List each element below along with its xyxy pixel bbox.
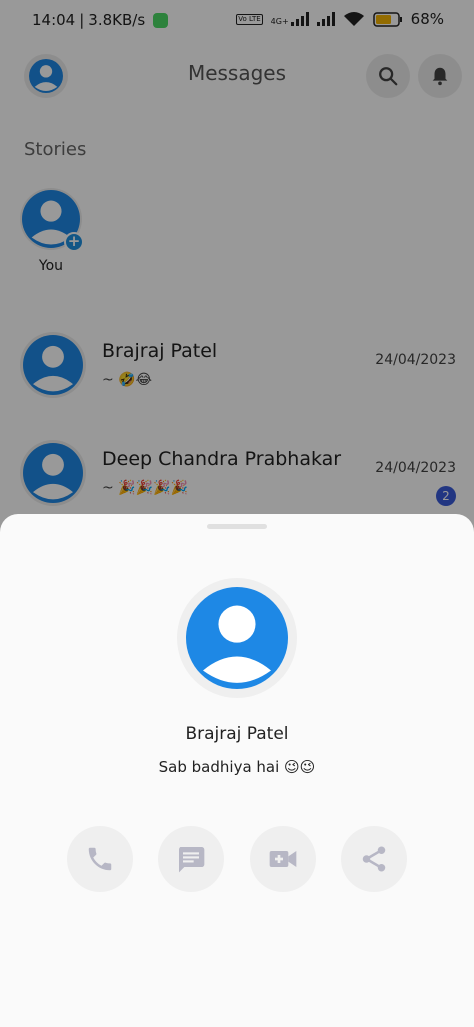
video-call-icon <box>269 851 297 867</box>
contact-avatar <box>177 578 297 698</box>
share-button[interactable] <box>341 826 407 892</box>
message-button[interactable] <box>158 826 224 892</box>
avatar-icon <box>186 587 288 689</box>
call-button[interactable] <box>67 826 133 892</box>
share-icon <box>362 846 386 872</box>
contact-actions <box>0 826 474 892</box>
video-call-button[interactable] <box>250 826 316 892</box>
contact-name: Brajraj Patel <box>185 724 289 744</box>
contact-about: Sab badhiya hai 😉😉 <box>158 758 316 776</box>
phone-icon <box>88 847 112 871</box>
drag-handle[interactable] <box>207 524 267 529</box>
contact-bottom-sheet: Brajraj Patel Sab badhiya hai 😉😉 <box>0 514 474 1027</box>
message-icon <box>179 847 205 873</box>
